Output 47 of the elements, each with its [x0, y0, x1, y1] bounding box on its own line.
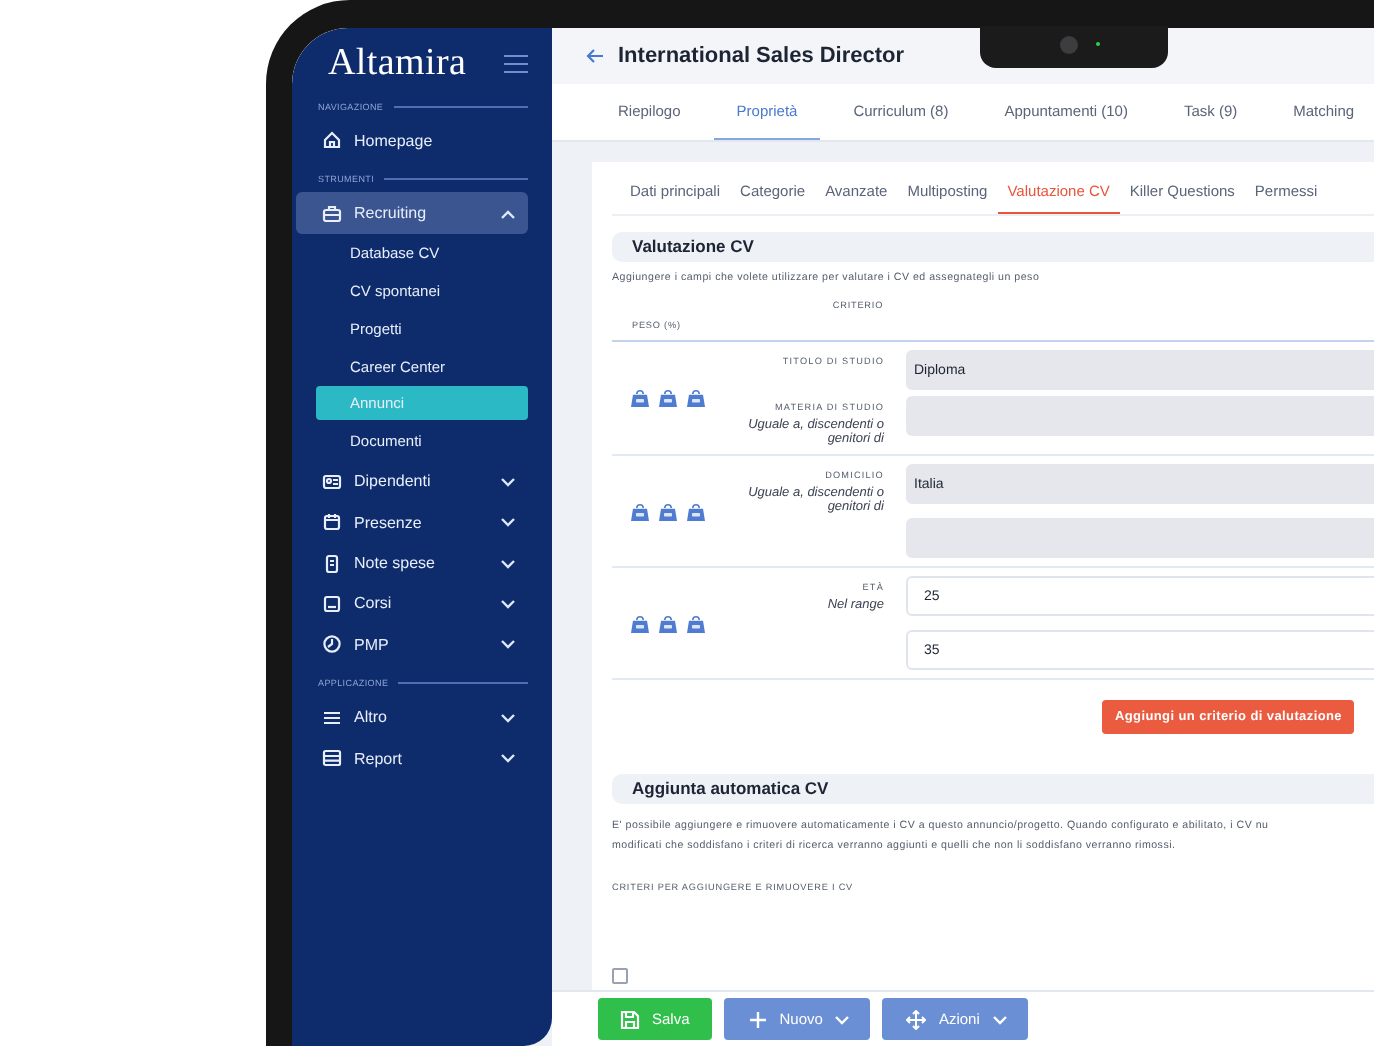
menu-icon: [504, 54, 528, 74]
kettlebell-icon: [630, 613, 650, 633]
nav-item[interactable]: Note spese: [296, 542, 528, 584]
chevron-down-icon: [500, 752, 516, 765]
chevron-up-icon: [500, 207, 516, 220]
back-arrow-icon: [586, 48, 604, 64]
logo-text: Altamira: [328, 42, 467, 86]
nav-item[interactable]: Homepage: [296, 120, 528, 161]
kettlebell-icon: [630, 501, 650, 521]
plus-icon: [747, 1009, 768, 1029]
kettlebell-icon: [658, 613, 678, 633]
nav-item[interactable]: Dipendenti: [296, 461, 528, 502]
nav-item[interactable]: Recruiting: [296, 192, 528, 234]
receipt-icon: [322, 553, 342, 574]
kettlebell-icon: [686, 501, 706, 521]
nav-item[interactable]: Presenze: [296, 501, 528, 543]
list-icon: [322, 707, 342, 728]
chevron-down-icon: [500, 711, 516, 724]
page-title: International Sales Director: [618, 44, 905, 68]
move-icon: [906, 1009, 927, 1029]
checkbox[interactable]: [612, 968, 628, 984]
chevron-down-icon: [500, 516, 516, 529]
chevron-down-icon: [500, 597, 516, 610]
kettlebell-icon: [658, 501, 678, 521]
chevron-down-icon: [991, 1013, 1008, 1025]
clock-icon: [322, 634, 342, 655]
book-icon: [322, 593, 342, 614]
briefcase-icon: [322, 203, 342, 224]
section-title: Aggiunta automatica CV: [612, 774, 1374, 804]
table-icon: [322, 748, 342, 769]
chevron-down-icon: [500, 638, 516, 651]
kettlebell-icon: [686, 613, 706, 633]
save-icon: [620, 1009, 640, 1029]
kettlebell-icon: [686, 388, 706, 408]
chevron-down-icon: [500, 475, 516, 488]
nav-item[interactable]: Altro: [296, 697, 528, 738]
nav-item[interactable]: Corsi: [296, 583, 528, 625]
nav-item[interactable]: Report: [296, 737, 528, 779]
kettlebell-icon: [658, 388, 678, 408]
home-icon: [322, 130, 342, 151]
section-title: Valutazione CV: [612, 232, 1374, 262]
chevron-down-icon: [834, 1013, 851, 1025]
nav-item[interactable]: PMP: [296, 624, 528, 666]
calendar-icon: [322, 512, 342, 533]
id-card-icon: [322, 471, 342, 492]
chevron-down-icon: [500, 557, 516, 570]
kettlebell-icon: [630, 388, 650, 408]
